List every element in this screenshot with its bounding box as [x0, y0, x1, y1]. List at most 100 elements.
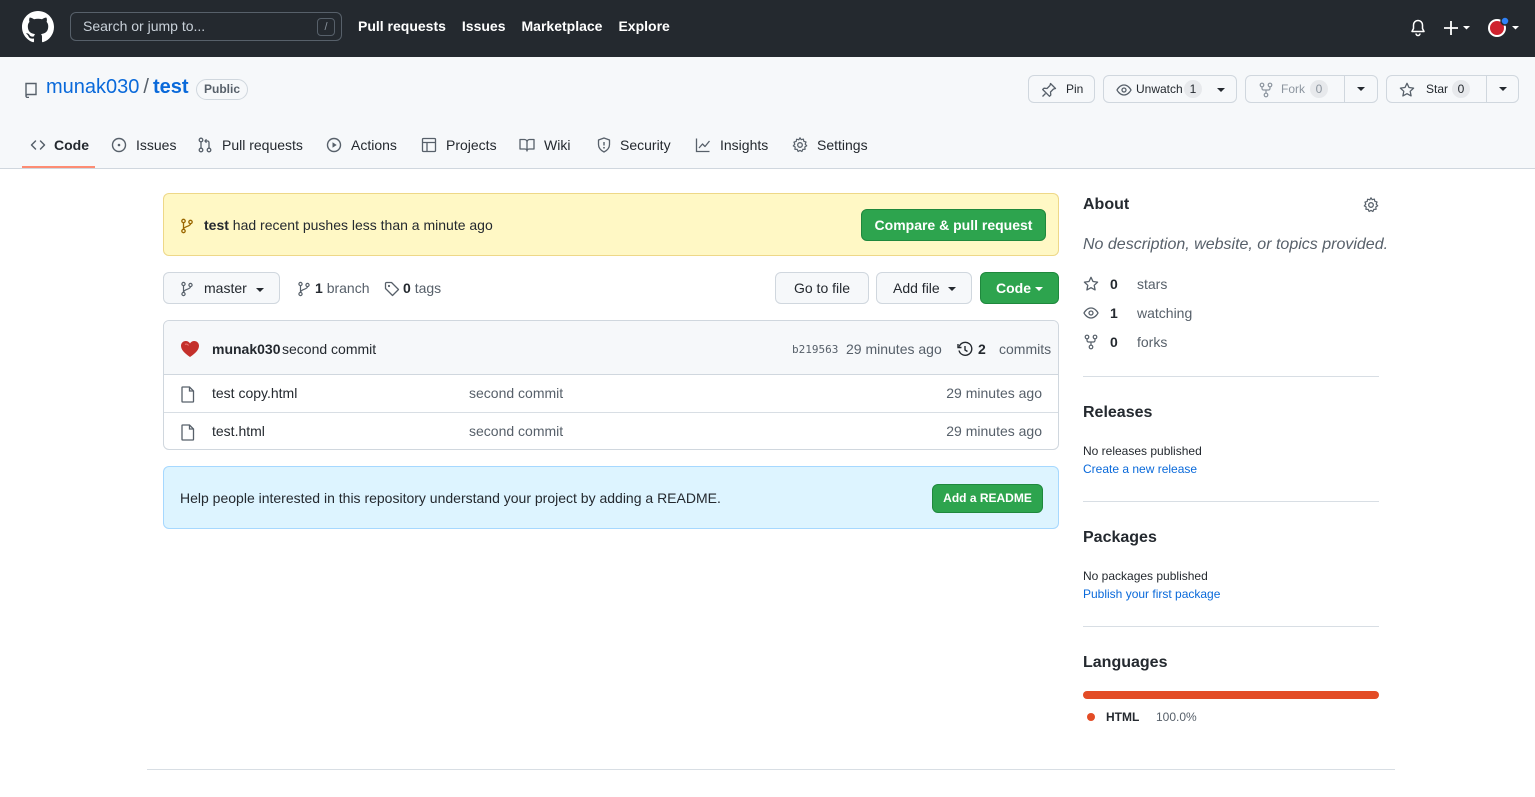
- tab-code[interactable]: Code: [22, 128, 95, 168]
- global-nav: Pull requests Issues Marketplace Explore: [358, 18, 670, 34]
- add-file-button[interactable]: Add file: [876, 272, 972, 304]
- gear-icon[interactable]: [1363, 197, 1379, 213]
- tab-projects[interactable]: Projects: [413, 128, 503, 168]
- git-pull-request-icon: [198, 137, 212, 153]
- nav-explore[interactable]: Explore: [618, 18, 669, 34]
- commit-author-link[interactable]: munak030: [212, 341, 280, 357]
- repo-owner-link[interactable]: munak030: [46, 76, 139, 98]
- file-row[interactable]: test copy.html second commit 29 minutes …: [164, 375, 1058, 412]
- search-input[interactable]: Search or jump to... /: [70, 12, 342, 41]
- tab-issues[interactable]: Issues: [103, 128, 183, 168]
- code-dropdown-button[interactable]: Code: [980, 272, 1059, 304]
- table-icon: [421, 137, 437, 153]
- nav-issues[interactable]: Issues: [462, 18, 506, 34]
- tab-code-label: Code: [54, 137, 89, 153]
- tab-insights[interactable]: Insights: [687, 128, 777, 168]
- star-count: 0: [1452, 80, 1470, 98]
- create-new-icon[interactable]: [1443, 18, 1471, 38]
- caret-down-icon: [1357, 87, 1365, 91]
- tab-settings[interactable]: Settings: [784, 128, 874, 168]
- readme-prompt-text: Help people interested in this repositor…: [180, 490, 721, 506]
- tab-wiki-label: Wiki: [544, 137, 571, 153]
- search-shortcut-badge: /: [317, 18, 335, 36]
- file-row[interactable]: test.html second commit 29 minutes ago: [164, 412, 1058, 449]
- commit-sha-link[interactable]: b219563: [792, 343, 838, 356]
- file-name-link[interactable]: test copy.html: [212, 385, 297, 401]
- graph-icon: [695, 138, 711, 153]
- issue-opened-icon: [111, 137, 127, 153]
- tab-security-label: Security: [620, 137, 671, 153]
- tab-wiki[interactable]: Wiki: [511, 128, 581, 168]
- tab-security[interactable]: Security: [588, 128, 680, 168]
- shield-icon: [597, 137, 611, 153]
- tab-projects-label: Projects: [446, 137, 497, 153]
- unwatch-label: Unwatch: [1136, 82, 1183, 96]
- caret-down-icon: [948, 287, 956, 291]
- forks-count: 0: [1110, 334, 1118, 350]
- add-readme-button[interactable]: Add a README: [932, 484, 1043, 513]
- sidebar-divider: [1083, 501, 1379, 502]
- history-icon: [957, 341, 973, 356]
- repo-name-link[interactable]: test: [153, 76, 189, 98]
- commit-count: 2: [978, 341, 986, 357]
- nav-marketplace[interactable]: Marketplace: [522, 18, 603, 34]
- repo-title: munak030/test: [46, 76, 189, 99]
- tab-pull-requests[interactable]: Pull requests: [189, 128, 309, 168]
- commit-message-link[interactable]: second commit: [282, 341, 376, 357]
- fork-button[interactable]: Fork 0: [1245, 75, 1378, 103]
- sidebar-divider: [1083, 376, 1379, 377]
- sidebar-divider: [1083, 626, 1379, 627]
- star-button[interactable]: Star 0: [1386, 75, 1519, 103]
- git-branch-icon: [181, 218, 193, 234]
- repo-icon: [25, 82, 37, 98]
- compare-pull-request-button[interactable]: Compare & pull request: [861, 209, 1046, 241]
- releases-empty-text: No releases published: [1083, 444, 1202, 458]
- file-name-link[interactable]: test.html: [212, 423, 265, 439]
- watching-label: watching: [1137, 305, 1193, 321]
- watch-count: 1: [1184, 80, 1202, 98]
- tab-issues-label: Issues: [136, 137, 177, 153]
- recent-push-text: test had recent pushes less than a minut…: [204, 217, 493, 233]
- global-header: Search or jump to... / Pull requests Iss…: [0, 0, 1535, 57]
- packages-heading[interactable]: Packages: [1083, 529, 1157, 547]
- fork-menu-split[interactable]: [1344, 76, 1378, 102]
- star-menu-split[interactable]: [1486, 76, 1519, 102]
- about-heading: About: [1083, 196, 1130, 213]
- code-button-label: Code: [996, 280, 1031, 296]
- star-icon: [1399, 82, 1415, 97]
- github-logo-icon[interactable]: [22, 11, 54, 43]
- git-branch-icon: [181, 281, 193, 297]
- recent-push-branch[interactable]: test: [204, 217, 229, 233]
- releases-heading[interactable]: Releases: [1083, 404, 1152, 422]
- tag-label: tags: [414, 280, 442, 296]
- file-commit-message[interactable]: second commit: [469, 423, 563, 439]
- publish-package-link[interactable]: Publish your first package: [1083, 587, 1220, 601]
- caret-down-icon: [1035, 287, 1043, 291]
- file-icon: [181, 424, 195, 441]
- create-release-link[interactable]: Create a new release: [1083, 462, 1197, 476]
- code-icon: [30, 140, 46, 150]
- commit-author-avatar[interactable]: [180, 340, 200, 358]
- language-bar: [1083, 691, 1379, 699]
- tag-count: 0: [403, 280, 411, 296]
- nav-pull-requests[interactable]: Pull requests: [358, 18, 446, 34]
- file-icon: [181, 386, 195, 403]
- tab-actions[interactable]: Actions: [318, 128, 406, 168]
- eye-icon: [1083, 307, 1099, 319]
- caret-down-icon: [1217, 88, 1225, 92]
- go-to-file-button[interactable]: Go to file: [775, 272, 869, 304]
- user-avatar-menu-icon[interactable]: [1487, 17, 1521, 39]
- unwatch-button[interactable]: Unwatch 1: [1103, 75, 1237, 103]
- watching-count: 1: [1110, 305, 1118, 321]
- pin-button[interactable]: Pin: [1028, 75, 1095, 103]
- fork-count: 0: [1310, 80, 1328, 98]
- play-icon: [326, 137, 342, 153]
- git-branch-icon: [298, 281, 310, 297]
- tab-settings-label: Settings: [817, 137, 868, 153]
- branch-select-label: master: [204, 280, 247, 296]
- readme-prompt: Help people interested in this repositor…: [163, 466, 1059, 529]
- bell-icon[interactable]: [1410, 19, 1426, 37]
- file-commit-message[interactable]: second commit: [469, 385, 563, 401]
- branch-select-button[interactable]: master: [163, 272, 280, 304]
- stars-label: stars: [1137, 276, 1168, 292]
